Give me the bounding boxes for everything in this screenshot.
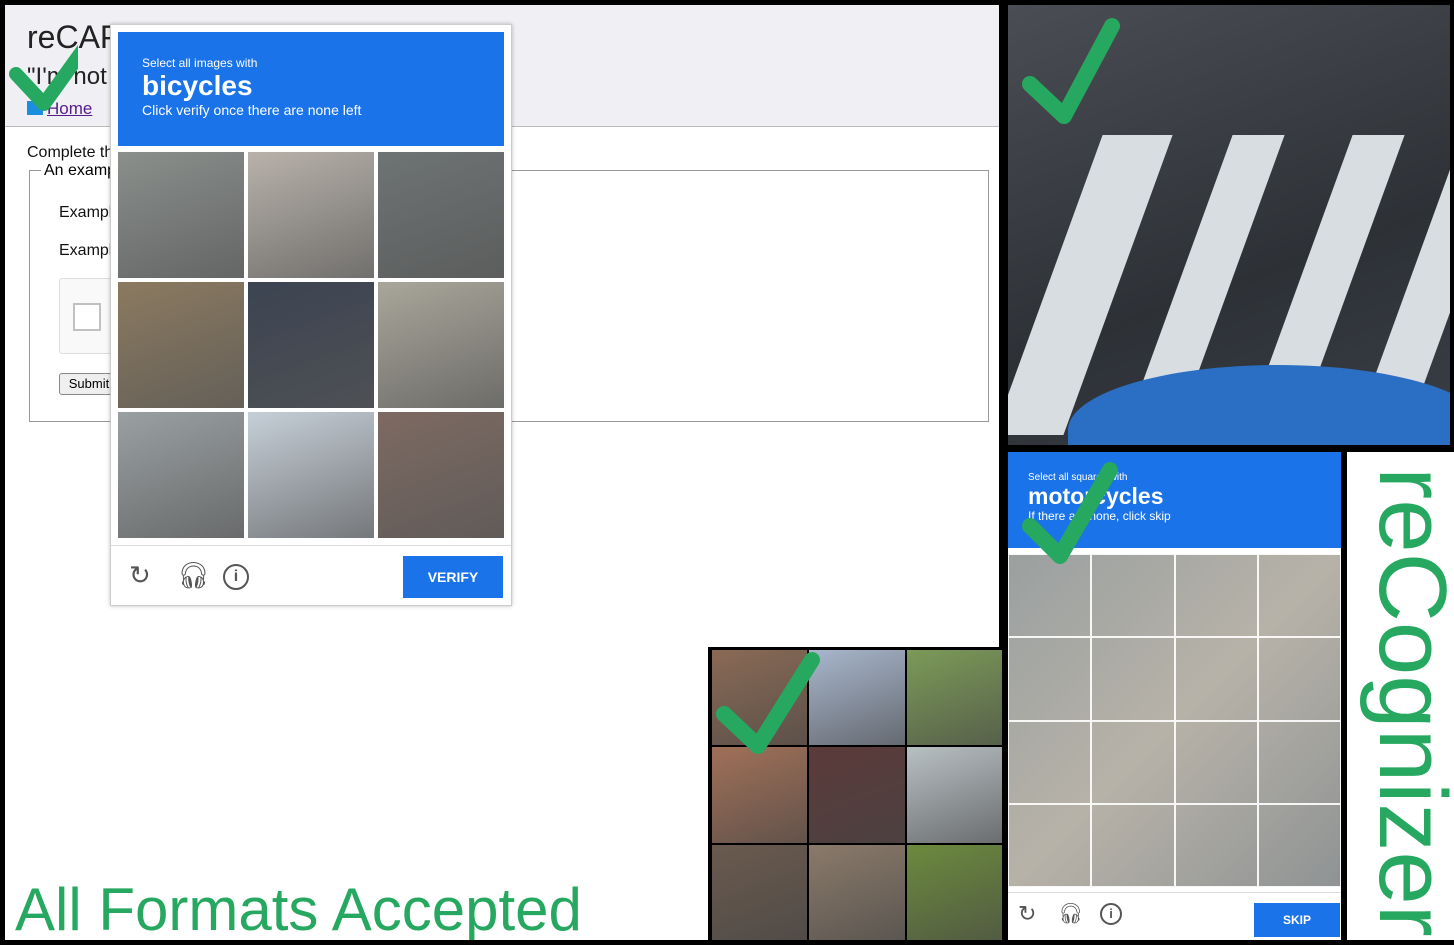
image-grid [118,152,504,538]
grid-square[interactable] [1008,720,1092,804]
grid-square[interactable] [1257,803,1341,887]
image-tile[interactable] [712,747,808,843]
image-tile[interactable] [906,650,1002,746]
square-grid [1008,554,1341,887]
image-tile[interactable] [118,152,244,278]
grid-square[interactable] [1174,554,1258,638]
image-tile[interactable] [809,650,905,746]
grid-square[interactable] [1008,637,1092,721]
challenge-target: bicycles [142,70,253,101]
grid-square[interactable] [1008,803,1092,887]
image-tile[interactable] [118,412,244,538]
car-hood [1068,365,1450,445]
image-tile[interactable] [248,282,374,408]
image-tile[interactable] [809,844,905,940]
image-tile[interactable] [712,844,808,940]
image-tile[interactable] [378,412,504,538]
captcha-challenge-bicycles: Select all images with bicycles Click ve… [110,24,512,606]
brand-logo-text: reCognizer [1359,467,1454,937]
info-icon[interactable]: i [1100,903,1122,925]
checkmark-icon [9,44,78,111]
grid-square[interactable] [1091,720,1175,804]
skip-button[interactable]: SKIP [1254,903,1340,937]
grid-square[interactable] [1174,803,1258,887]
grid-square[interactable] [1091,637,1175,721]
image-tile[interactable] [906,844,1002,940]
checkmark-icon [716,652,820,754]
image-tile[interactable] [378,152,504,278]
grid-square[interactable] [1091,803,1175,887]
image-tile[interactable] [248,152,374,278]
recaptcha-checkbox[interactable] [73,303,101,331]
info-icon[interactable]: i [223,564,249,590]
challenge-footer: ↻ 🎧︎ i VERIFY [111,545,511,605]
challenge-prompt: Select all images with [142,56,258,70]
image-tile[interactable] [809,747,905,843]
grid-square[interactable] [1257,637,1341,721]
image-tile[interactable] [378,282,504,408]
image-tile[interactable] [248,412,374,538]
reload-icon[interactable]: ↻ [1018,901,1036,927]
headphones-icon[interactable]: 🎧︎ [1058,901,1083,926]
grid-square[interactable] [1174,637,1258,721]
verify-button[interactable]: VERIFY [403,556,503,598]
tagline: All Formats Accepted [15,876,582,940]
instruction: Complete the [27,144,123,161]
image-tile[interactable] [906,747,1002,843]
challenge-banner: Select all images with bicycles Click ve… [118,32,504,146]
reload-icon[interactable]: ↻ [129,560,151,591]
challenge-hint: Click verify once there are none left [142,102,362,118]
checkmark-icon [1022,462,1118,564]
grid-square[interactable] [1257,720,1341,804]
image-tile[interactable] [118,282,244,408]
challenge-footer: ↻ 🎧︎ i SKIP [1008,892,1341,940]
checkmark-icon [1022,18,1120,124]
headphones-icon[interactable]: 🎧︎ [177,560,210,591]
grid-square[interactable] [1174,720,1258,804]
grid-square[interactable] [1257,554,1341,638]
brand-panel: reCognizer [1347,452,1454,940]
